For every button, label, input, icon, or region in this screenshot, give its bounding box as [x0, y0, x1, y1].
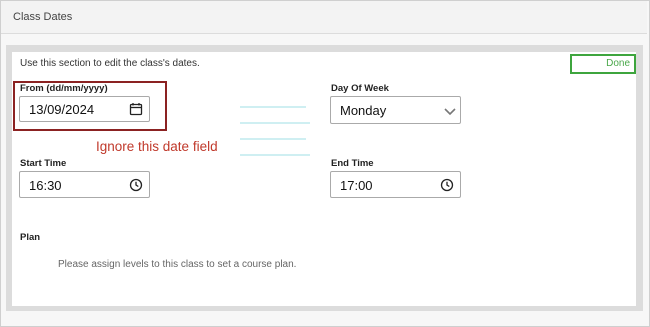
start-time-value: 16:30	[29, 178, 62, 193]
ghost-line	[240, 122, 310, 124]
chevron-down-icon	[444, 108, 456, 116]
card-header: Class Dates	[1, 1, 647, 34]
day-of-week-select[interactable]: Monday	[330, 96, 461, 124]
clock-icon[interactable]	[440, 178, 454, 192]
ghost-line	[240, 106, 306, 108]
day-of-week-label: Day Of Week	[331, 83, 389, 94]
done-button-highlight: Done	[570, 54, 636, 74]
calendar-icon[interactable]	[129, 102, 143, 116]
card-title: Class Dates	[13, 11, 73, 23]
plan-label: Plan	[20, 232, 41, 243]
end-time-value: 17:00	[340, 178, 373, 193]
ghost-line	[240, 138, 306, 140]
clock-icon[interactable]	[129, 178, 143, 192]
day-of-week-value: Monday	[340, 103, 387, 118]
done-button[interactable]: Done	[606, 58, 630, 69]
plan-message: Please assign levels to this class to se…	[58, 259, 297, 270]
ghost-line	[240, 154, 310, 156]
start-time-label: Start Time	[20, 158, 67, 169]
end-time-label: End Time	[331, 158, 374, 169]
intro-text: Use this section to edit the class's dat…	[20, 58, 200, 69]
from-date-label: From (dd/mm/yyyy)	[20, 83, 108, 94]
end-time-input[interactable]: 17:00	[330, 171, 461, 198]
from-date-value: 13/09/2024	[29, 102, 95, 117]
annotation-text: Ignore this date field	[96, 139, 218, 154]
start-time-input[interactable]: 16:30	[19, 171, 150, 198]
from-date-input[interactable]: 13/09/2024	[19, 96, 150, 122]
